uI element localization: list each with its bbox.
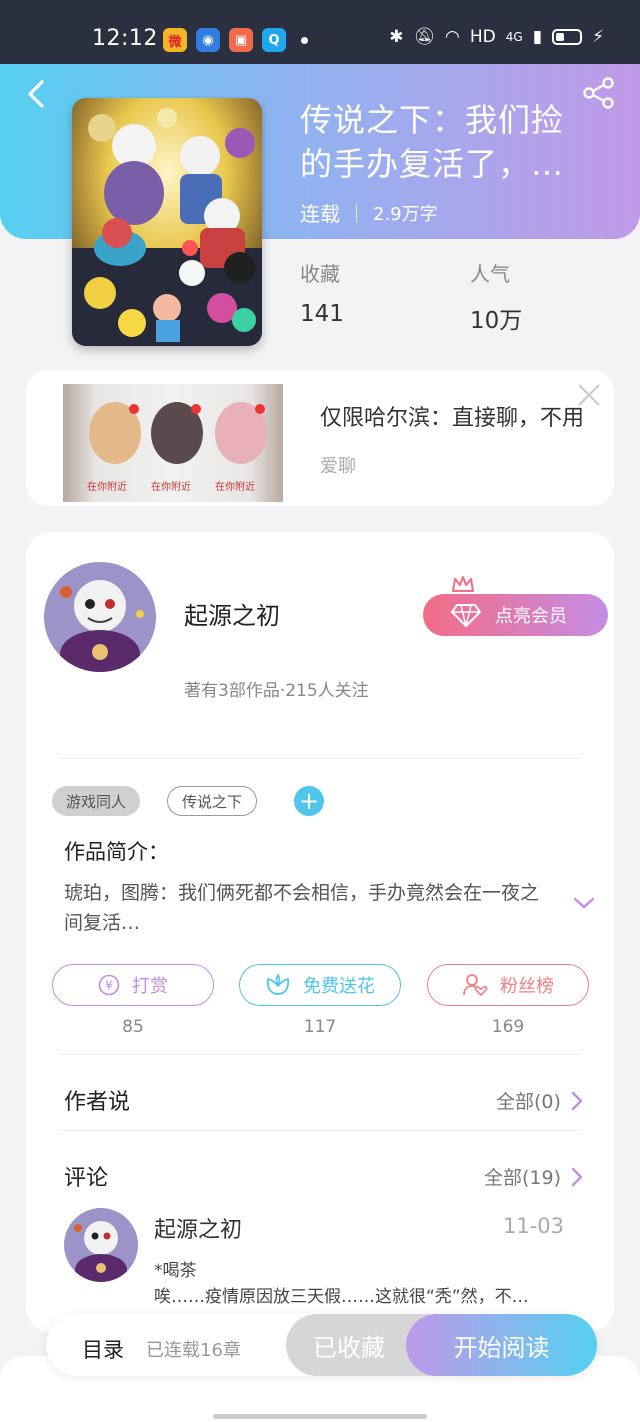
notification-dot-icon [301,36,308,44]
send-flower-button[interactable]: 免费送花 [239,964,401,1006]
comments-more-label: 全部(19) [484,1167,562,1189]
divider [60,1130,580,1131]
status-indicators: ✱ 🔕︎ ◠ HD 4G ▮ ⚡︎ [389,27,604,47]
ad-source: 爱聊 [320,456,356,477]
qq-icon: Q [262,28,286,52]
chapter-count: 已连载16章 [146,1340,241,1361]
tip-label: 打赏 [132,976,168,997]
chevron-right-icon [571,1091,583,1110]
author-name[interactable]: 起源之初 [184,596,280,631]
commenter-avatar-art [64,1208,138,1282]
popularity-label: 人气 [470,262,510,286]
divider [60,1054,580,1055]
network-type: HD [469,27,496,47]
author-says-more-label: 全部(0) [496,1091,561,1113]
author-says-title: 作者说 [64,1090,131,1115]
book-cover[interactable] [72,98,262,346]
battery-icon [552,29,583,45]
diamond-icon [451,604,481,627]
ad-badge-icon [191,404,201,414]
user-heart-icon [463,974,488,997]
browser-icon: ◉ [196,28,220,52]
author-avatar-art [44,562,156,672]
flower-icon [266,973,290,995]
tip-count: 85 [122,1017,144,1037]
back-arrow-icon[interactable] [18,76,54,112]
popularity-count: 10万 [470,308,523,334]
vip-button[interactable]: 点亮会员 [423,594,608,636]
game-icon: ▣ [229,28,253,52]
vip-button-label: 点亮会员 [495,606,567,627]
chevron-down-icon[interactable] [572,894,596,912]
ad-badge-icon [129,404,139,414]
status-app-icons: 微 ◉ ▣ Q [163,28,308,52]
bluetooth-icon: ✱ [389,27,404,47]
send-flower-label: 免费送花 [303,976,375,997]
intro-heading: 作品简介： [64,840,169,864]
book-cover-art [72,98,262,346]
toc-button[interactable]: 目录 [82,1334,124,1364]
book-meta: 连载 2.9万字 [300,198,438,227]
comment-text-line1: *喝茶 [154,1261,197,1281]
collected-label: 已收藏 [313,1333,385,1362]
start-reading-button[interactable]: 开始阅读 [406,1314,597,1376]
charging-icon: ⚡︎ [592,27,604,47]
fan-rank-label: 粉丝榜 [500,976,554,997]
comment-date: 11-03 [503,1214,565,1238]
fan-rank-button[interactable]: 粉丝榜 [427,964,589,1006]
intro-text: 琥珀，图腾：我们俩死都不会相信，手办竟然会在一夜之间复活… [64,882,540,934]
favorites-count: 141 [300,301,344,327]
author-says-more[interactable]: 全部(0) [496,1087,583,1114]
comments-more[interactable]: 全部(19) [484,1163,583,1190]
ad-banner[interactable]: 在你附近 在你附近 在你附近 仅限哈尔滨：直接聊，不用 爱聊 [26,370,614,506]
comments-title: 评论 [64,1166,109,1191]
meta-divider [356,203,357,222]
status-time: 12:12 [92,26,158,51]
ad-location-label: 在你附近 [215,482,255,493]
book-title: 传说之下：我们捡的手办复活了，… [300,101,565,183]
commenter-avatar[interactable] [64,1208,138,1282]
status-bar: 12:12 微 ◉ ▣ Q ✱ 🔕︎ ◠ HD 4G ▮ ⚡︎ [0,0,640,64]
author-avatar[interactable] [44,562,156,672]
favorites-stat: 收藏 141 [300,258,344,327]
ad-image: 在你附近 在你附近 在你附近 [63,384,283,502]
signal-icon: ▮ [532,27,543,47]
popularity-stat: 人气 10万 [470,258,522,335]
ad-badge-icon [255,404,265,414]
ad-location-label: 在你附近 [151,482,191,493]
book-word-count: 2.9万字 [373,203,438,225]
coin-icon: ¥ [98,974,120,996]
tip-button[interactable]: ¥ 打赏 [52,964,214,1006]
fan-count: 169 [491,1017,525,1037]
tag-undertale[interactable]: 传说之下 [167,786,258,816]
svg-text:¥: ¥ [105,979,113,993]
ad-location-label: 在你附近 [87,482,127,493]
add-tag-button[interactable]: + [294,786,324,816]
flower-count: 117 [303,1017,337,1037]
divider [60,758,580,759]
weibo-icon: 微 [163,28,187,52]
mute-icon: 🔕︎ [413,27,436,47]
home-indicator[interactable] [213,1414,427,1419]
comment-text-line2: 唉……疫情原因放三天假……这就很“秃”然，不… [154,1287,529,1307]
chevron-right-icon [571,1167,583,1186]
close-icon[interactable] [576,382,602,408]
book-status: 连载 [300,202,340,226]
tag-game-fanfic[interactable]: 游戏同人 [52,786,141,816]
favorites-label: 收藏 [300,262,340,286]
commenter-name[interactable]: 起源之初 [154,1212,242,1244]
cell-type: 4G [505,30,523,44]
ad-title: 仅限哈尔滨：直接聊，不用 [320,406,585,431]
crown-icon [452,576,474,592]
start-reading-label: 开始阅读 [453,1333,550,1362]
author-stats: 著有3部作品·215人关注 [184,681,369,701]
wifi-icon: ◠ [445,27,460,47]
